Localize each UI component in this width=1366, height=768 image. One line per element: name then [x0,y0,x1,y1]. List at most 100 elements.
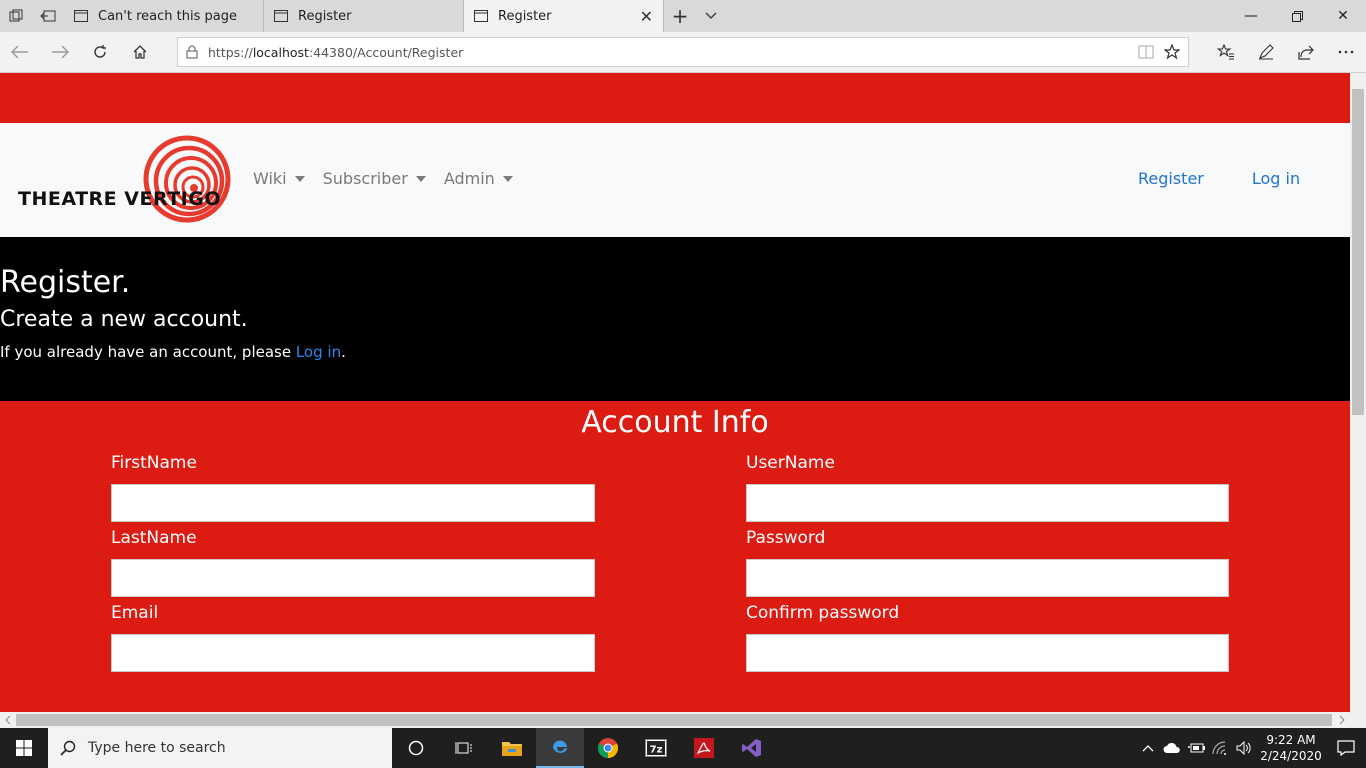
email-input[interactable] [111,634,595,672]
tab-register-2[interactable]: Register ✕ [464,0,664,32]
spiral-icon [143,135,231,223]
username-field: UserName [746,451,1229,526]
browser-tab-strip: Can't reach this page Register Register … [0,0,1366,32]
reading-view-icon[interactable] [1138,45,1154,59]
confirm-password-field: Confirm password [746,601,1229,676]
login-link[interactable]: Log in [1252,169,1300,188]
forward-icon[interactable] [40,32,80,72]
caret-down-icon [502,175,513,182]
home-icon[interactable] [120,32,160,72]
browser-toolbar: https://localhost:44380/Account/Register [0,32,1366,73]
volume-icon[interactable] [1232,741,1256,755]
svg-text:7z: 7z [650,745,663,756]
wifi-icon[interactable] [1208,741,1232,755]
scroll-right-icon[interactable] [1338,715,1346,725]
site-menu: Wiki Subscriber Admin [253,169,531,188]
more-icon[interactable] [1326,32,1366,72]
pen-icon[interactable] [1246,32,1286,72]
cortana-icon[interactable] [392,728,440,768]
menu-admin[interactable]: Admin [444,169,513,188]
password-input[interactable] [746,559,1229,597]
url-host: localhost [252,44,309,60]
register-header: Register. Create a new account. If you a… [0,237,1350,401]
tab-label: Register [498,8,552,24]
chevron-up-icon[interactable] [1136,744,1160,752]
page-icon [274,10,288,22]
share-icon[interactable] [1286,32,1326,72]
windows-start-icon[interactable] [0,728,48,768]
chrome-icon[interactable] [584,728,632,768]
scroll-left-icon[interactable] [4,715,12,725]
restore-icon[interactable] [1274,0,1320,32]
close-tab-icon[interactable]: ✕ [640,7,653,26]
login-prompt: If you already have an account, please L… [0,341,1350,363]
horizontal-scroll-thumb[interactable] [16,714,1332,726]
tab-label: Can't reach this page [98,8,237,24]
firstname-input[interactable] [111,484,595,522]
address-bar[interactable]: https://localhost:44380/Account/Register [177,37,1189,67]
tab-register-1[interactable]: Register [264,0,464,32]
confirm-password-label: Confirm password [746,603,900,623]
vertical-scrollbar[interactable] [1350,73,1366,712]
username-input[interactable] [746,484,1229,522]
login-prompt-link[interactable]: Log in [296,343,341,361]
url-path: :44380/Account/Register [308,44,464,60]
site-navbar: THEATRE VERTIGO Wiki Subscriber Admin Re… [0,123,1350,237]
file-explorer-icon[interactable] [488,728,536,768]
browser-actions [1206,32,1366,72]
favorite-star-icon[interactable] [1164,44,1180,60]
auth-links: Register Log in [1138,169,1300,188]
edge-browser-icon[interactable] [536,728,584,768]
page-viewport: THEATRE VERTIGO Wiki Subscriber Admin Re… [0,73,1350,712]
set-tabs-aside-icon[interactable] [32,0,64,32]
lastname-field: LastName [111,526,595,601]
refresh-icon[interactable] [80,32,120,72]
register-link[interactable]: Register [1138,169,1204,188]
windows-taskbar: Type here to search 7z 9:22 AM 2/24/2020 [0,728,1366,768]
lastname-label: LastName [111,528,197,548]
search-placeholder: Type here to search [88,740,226,756]
notifications-icon[interactable] [1326,740,1366,756]
vertical-scroll-thumb[interactable] [1352,89,1364,415]
close-window-icon[interactable]: ✕ [1320,0,1366,32]
acrobat-icon[interactable] [680,728,728,768]
7zip-icon[interactable]: 7z [632,728,680,768]
favorites-icon[interactable] [1206,32,1246,72]
tab-label: Register [298,8,352,24]
lastname-input[interactable] [111,559,595,597]
email-field: Email [111,601,595,676]
new-tab-icon[interactable]: + [664,0,696,32]
confirm-password-input[interactable] [746,634,1229,672]
tab-actions-icon[interactable] [0,0,32,32]
form-title: Account Info [581,405,769,440]
firstname-label: FirstName [111,453,197,473]
url-text[interactable]: https://localhost:44380/Account/Register [208,45,1128,60]
caret-down-icon [415,175,426,182]
account-info-form: Account Info FirstName LastName Email Us… [0,401,1350,712]
back-icon[interactable] [0,32,40,72]
form-column-right: UserName Password Confirm password [746,451,1229,676]
caret-down-icon [294,175,305,182]
task-view-icon[interactable] [440,728,488,768]
menu-wiki[interactable]: Wiki [253,169,305,188]
page-icon [474,10,488,22]
page-icon [74,10,88,22]
battery-icon[interactable] [1184,742,1208,754]
menu-subscriber[interactable]: Subscriber [323,169,426,188]
page-subtitle: Create a new account. [0,307,248,332]
chevron-down-icon[interactable] [696,0,726,32]
taskbar-search[interactable]: Type here to search [48,728,392,768]
system-tray: 9:22 AM 2/24/2020 [1136,728,1366,768]
clock[interactable]: 9:22 AM 2/24/2020 [1256,732,1326,764]
tab-cant-reach[interactable]: Can't reach this page [64,0,264,32]
menu-subscriber-label: Subscriber [322,169,408,188]
onedrive-cloud-icon[interactable] [1160,742,1184,754]
theatre-vertigo-logo[interactable]: THEATRE VERTIGO [17,135,233,227]
visual-studio-icon[interactable] [728,728,776,768]
top-red-band [0,73,1350,123]
horizontal-scrollbar[interactable] [0,712,1366,728]
username-label: UserName [746,453,835,473]
login-prompt-suffix: . [341,343,346,361]
form-column-left: FirstName LastName Email [111,451,595,676]
minimize-icon[interactable]: — [1228,0,1274,32]
